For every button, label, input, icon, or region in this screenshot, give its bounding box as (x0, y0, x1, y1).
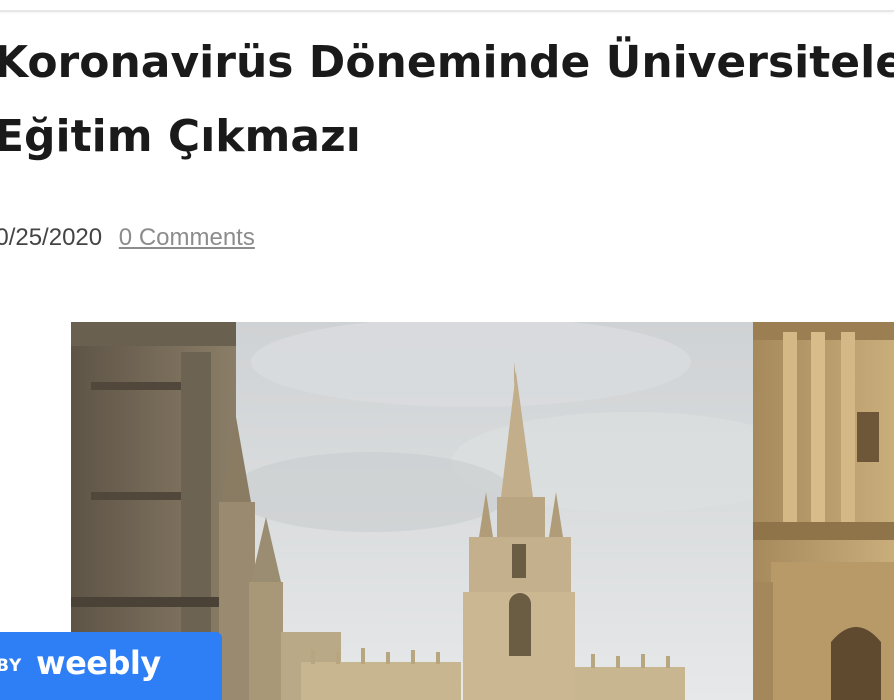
top-header-bar (0, 0, 894, 12)
badge-by-label: BY (0, 656, 23, 676)
comments-link[interactable]: 0 Comments (119, 224, 255, 251)
powered-by-weebly-badge[interactable]: BY weebly (0, 632, 222, 700)
post-meta: 10/25/2020 0 Comments (0, 224, 255, 252)
weebly-logo: weebly (36, 644, 161, 682)
post-date: 10/25/2020 (0, 224, 103, 251)
post-title-line-2: Eğitim Çıkmazı (0, 111, 361, 162)
post-title-line-1: Koronavirüs Döneminde Üniversiteler (0, 37, 894, 88)
page: Koronavirüs Döneminde Üniversiteler Eğit… (0, 0, 894, 700)
post-title: Koronavirüs Döneminde Üniversiteler Eğit… (0, 26, 894, 174)
